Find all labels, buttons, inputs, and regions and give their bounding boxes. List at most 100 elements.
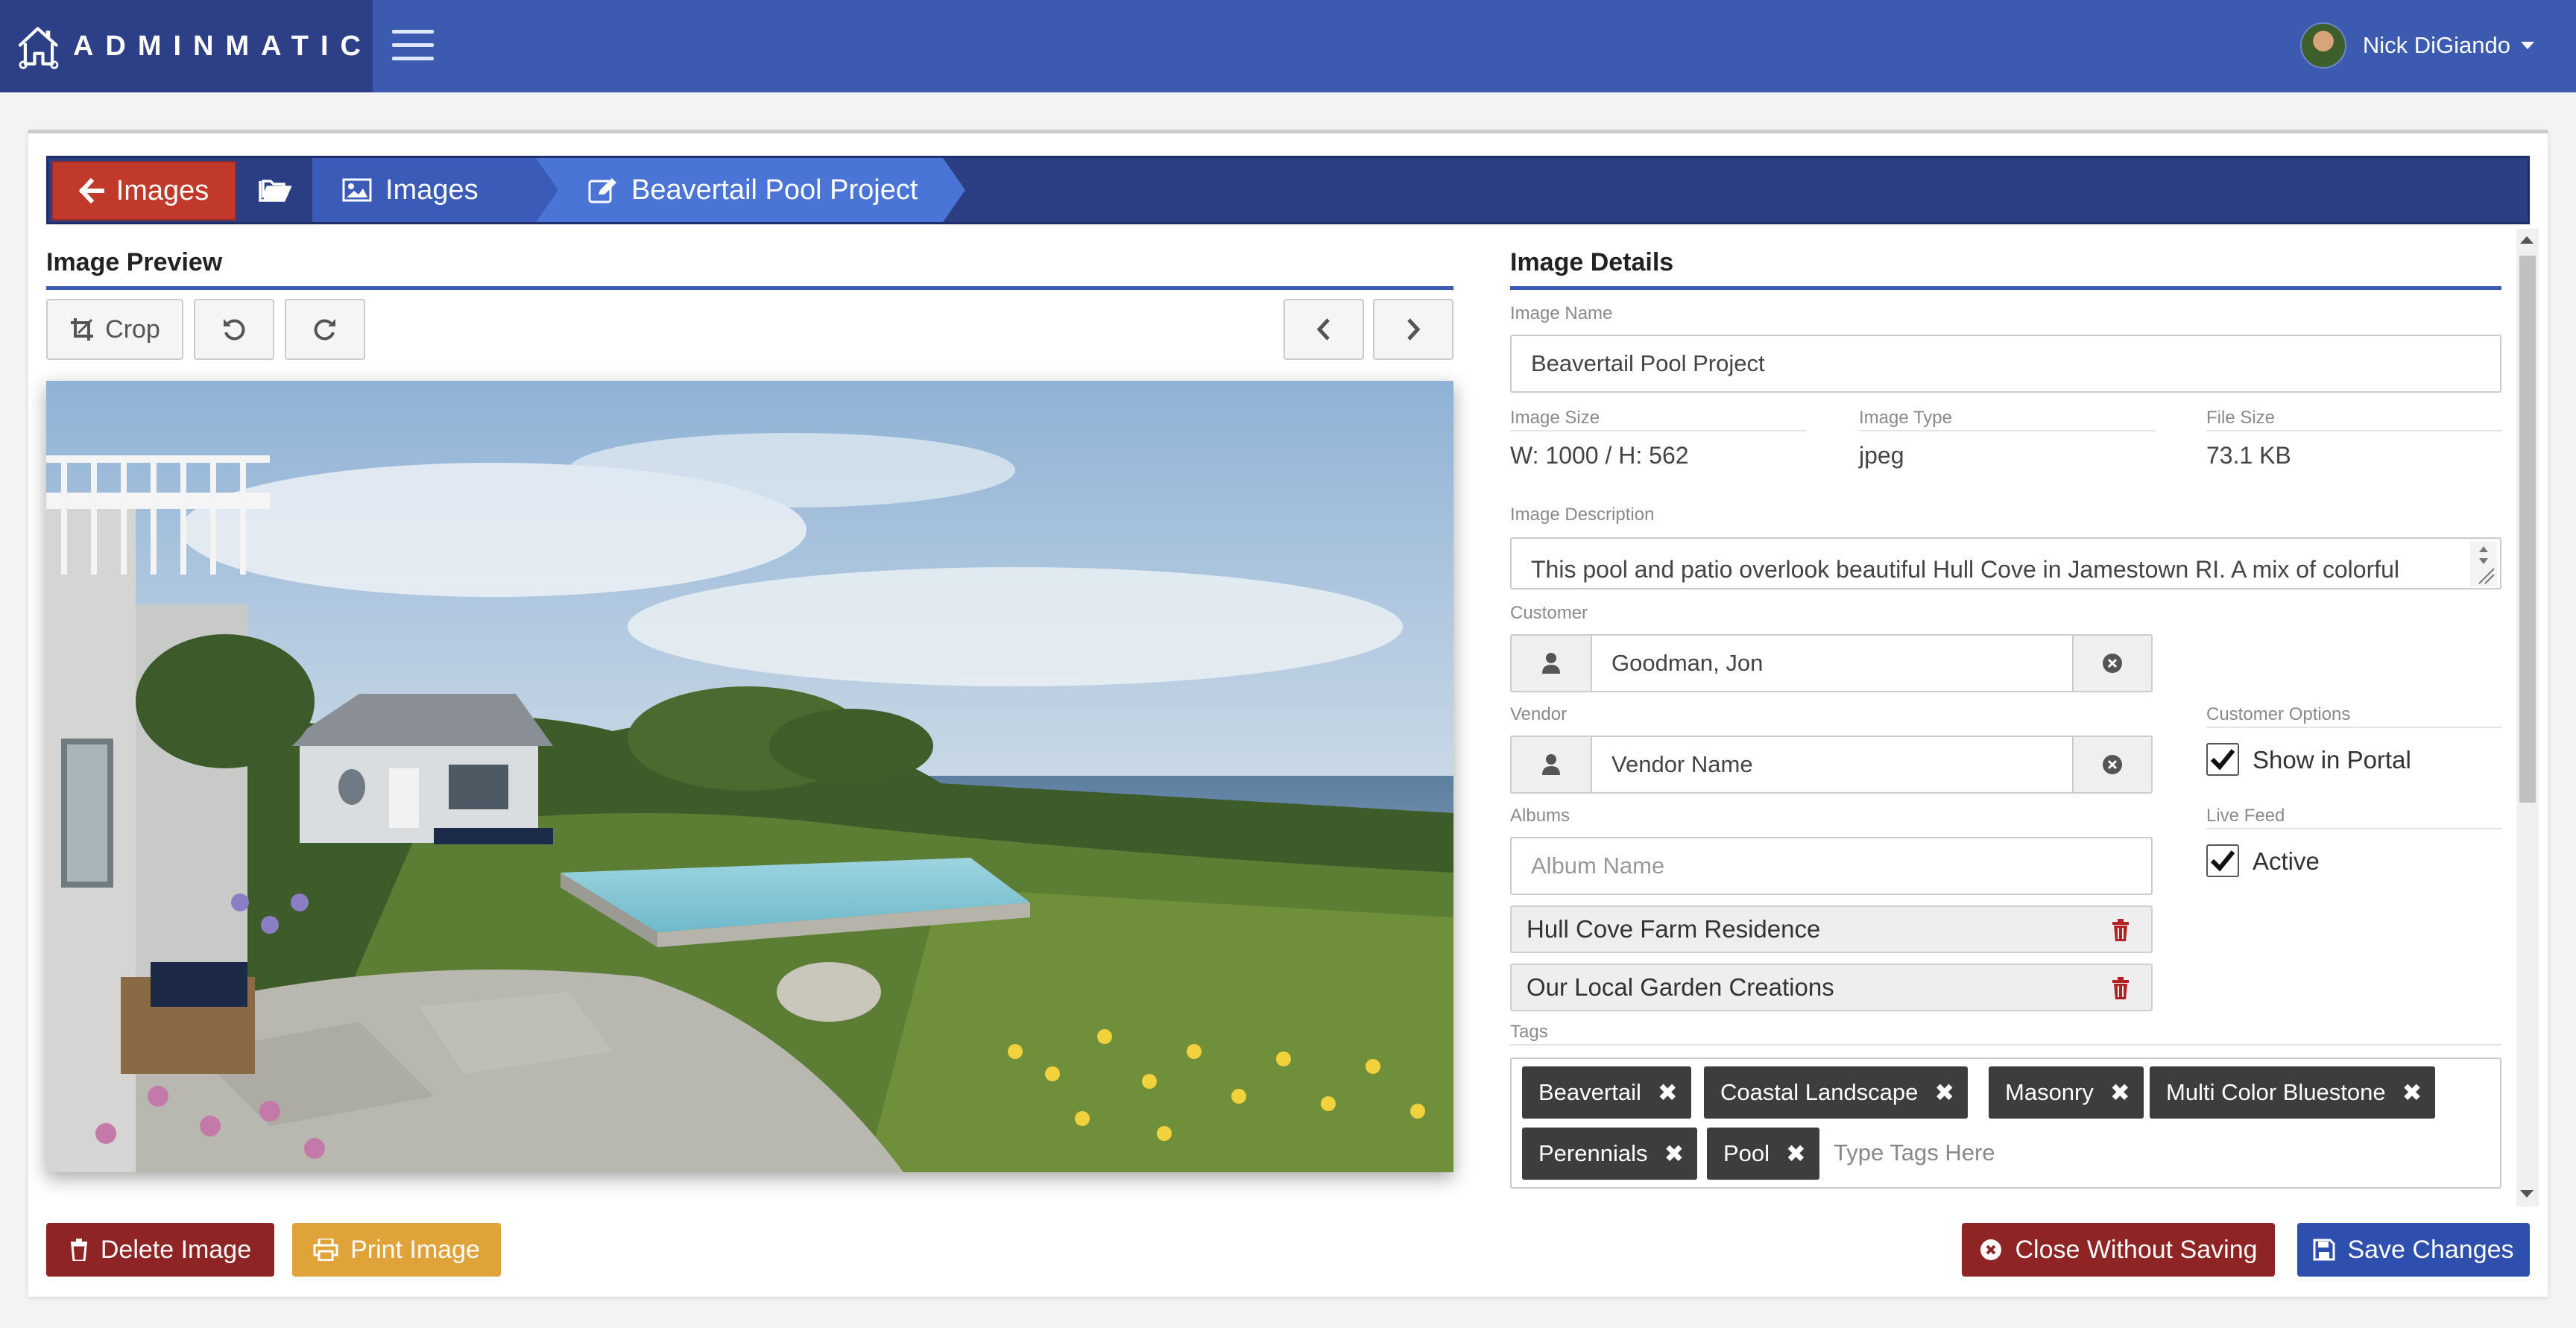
close-without-saving-label: Close Without Saving xyxy=(2015,1235,2258,1264)
image-name-input[interactable]: Beavertail Pool Project xyxy=(1510,335,2501,393)
rotate-right-button[interactable] xyxy=(285,299,365,360)
scroll-down-icon[interactable] xyxy=(2520,1190,2534,1198)
album-placeholder: Album Name xyxy=(1531,853,1665,879)
show-in-portal-label: Show in Portal xyxy=(2253,746,2411,774)
active-label: Active xyxy=(2253,847,2320,875)
save-changes-button[interactable]: Save Changes xyxy=(2297,1223,2530,1277)
trash-icon[interactable] xyxy=(2111,977,2130,999)
image-description-textarea[interactable]: This pool and patio overlook beautiful H… xyxy=(1510,537,2501,589)
print-image-button[interactable]: Print Image xyxy=(292,1223,501,1277)
remove-tag-icon[interactable]: ✖ xyxy=(1934,1078,1954,1107)
chevron-left-icon xyxy=(1316,318,1330,341)
chevron-right-icon xyxy=(1407,318,1421,341)
delete-image-label: Delete Image xyxy=(100,1235,252,1264)
file-size-value: 73.1 KB xyxy=(2206,442,2291,469)
image-type-value: jpeg xyxy=(1859,442,1904,469)
crop-label: Crop xyxy=(105,314,160,344)
remove-tag-icon[interactable]: ✖ xyxy=(1786,1139,1806,1168)
scroll-up-icon[interactable] xyxy=(2520,236,2534,244)
breadcrumb-folder[interactable] xyxy=(244,158,306,222)
tags-input[interactable]: Beavertail ✖ Coastal Landscape ✖ Masonry ✖ … xyxy=(1510,1057,2501,1189)
albums-label: Albums xyxy=(1510,806,1570,826)
back-button[interactable]: Images xyxy=(51,161,236,221)
crop-button[interactable]: Crop xyxy=(46,299,183,360)
image-description-label: Image Description xyxy=(1510,505,1655,525)
breadcrumb-separator xyxy=(536,158,558,222)
resize-handle-icon[interactable] xyxy=(2470,542,2497,586)
scrollbar-thumb[interactable] xyxy=(2519,256,2536,803)
breadcrumb-images[interactable]: Images xyxy=(312,158,536,222)
image-name-label: Image Name xyxy=(1510,303,1613,323)
image-description-value: This pool and patio overlook beautiful H… xyxy=(1531,556,2400,583)
crop-icon xyxy=(71,318,94,341)
brand-name: ADMINMATIC xyxy=(72,30,373,62)
rotate-left-button[interactable] xyxy=(194,299,274,360)
user-menu[interactable]: Nick DiGiando xyxy=(2299,22,2534,69)
house-logo-icon xyxy=(18,27,59,69)
user-name: Nick DiGiando xyxy=(2362,32,2510,58)
album-item: Hull Cove Farm Residence xyxy=(1510,905,2153,953)
image-type-label: Image Type xyxy=(1859,408,1952,428)
remove-tag-icon[interactable]: ✖ xyxy=(2402,1078,2422,1107)
tag-label: Pool xyxy=(1723,1140,1770,1166)
previous-image-button[interactable] xyxy=(1284,299,1364,360)
vendor-input[interactable]: Vendor Name xyxy=(1592,737,2072,792)
rotate-left-icon xyxy=(224,319,245,341)
image-edit-panel: Images Images Beavertail Pool Project Im… xyxy=(28,130,2548,1297)
breadcrumb-images-label: Images xyxy=(385,174,479,206)
delete-image-button[interactable]: Delete Image xyxy=(46,1223,274,1277)
close-without-saving-button[interactable]: Close Without Saving xyxy=(1962,1223,2275,1277)
top-navbar: ADMINMATIC Nick DiGiando xyxy=(0,0,2576,92)
image-preview xyxy=(46,381,1453,1172)
show-in-portal-checkbox[interactable] xyxy=(2206,743,2239,776)
tags-placeholder[interactable]: Type Tags Here xyxy=(1834,1139,1995,1166)
active-checkbox[interactable] xyxy=(2206,844,2239,877)
brand[interactable]: ADMINMATIC xyxy=(0,0,373,92)
edit-icon xyxy=(588,178,616,203)
floppy-disk-icon xyxy=(2313,1239,2335,1261)
customer-value: Goodman, Jon xyxy=(1611,650,1764,676)
remove-tag-icon[interactable]: ✖ xyxy=(1664,1139,1684,1168)
tag-chip: Pool ✖ xyxy=(1707,1128,1819,1180)
next-image-button[interactable] xyxy=(1373,299,1453,360)
customer-input[interactable]: Goodman, Jon xyxy=(1592,636,2072,691)
image-icon xyxy=(342,178,372,202)
user-icon xyxy=(1512,636,1592,691)
times-circle-icon xyxy=(2103,755,2122,774)
image-size-label: Image Size xyxy=(1510,408,1600,428)
image-preview-title: Image Preview xyxy=(46,248,1453,290)
vendor-label: Vendor xyxy=(1510,704,1568,724)
breadcrumb-current-label: Beavertail Pool Project xyxy=(631,174,918,206)
trash-icon[interactable] xyxy=(2111,919,2130,941)
album-name-input[interactable]: Album Name xyxy=(1510,837,2153,895)
breadcrumb: Images Images Beavertail Pool Project xyxy=(46,156,2530,224)
tag-label: Beavertail xyxy=(1538,1079,1641,1105)
image-details-title: Image Details xyxy=(1510,248,2501,290)
remove-tag-icon[interactable]: ✖ xyxy=(1658,1078,1678,1107)
tag-chip: Perennials ✖ xyxy=(1522,1128,1698,1180)
breadcrumb-separator xyxy=(943,158,965,222)
folder-open-icon xyxy=(259,180,291,202)
file-size-label: File Size xyxy=(2206,408,2276,428)
tag-label: Multi Color Bluestone xyxy=(2166,1079,2386,1105)
back-label: Images xyxy=(116,174,209,206)
tag-label: Coastal Landscape xyxy=(1720,1079,1919,1105)
user-icon xyxy=(1512,737,1592,792)
trash-icon xyxy=(70,1239,87,1261)
tags-label: Tags xyxy=(1510,1022,1548,1042)
clear-customer-button[interactable] xyxy=(2072,636,2151,691)
clear-vendor-button[interactable] xyxy=(2072,737,2151,792)
times-circle-icon xyxy=(2103,654,2122,673)
check-icon xyxy=(2210,749,2235,771)
print-image-label: Print Image xyxy=(350,1235,480,1264)
image-name-value: Beavertail Pool Project xyxy=(1531,350,1765,376)
save-changes-label: Save Changes xyxy=(2347,1235,2514,1264)
breadcrumb-current: Beavertail Pool Project xyxy=(536,158,943,222)
album-item-label: Hull Cove Farm Residence xyxy=(1527,915,1821,943)
hamburger-icon[interactable] xyxy=(392,30,434,63)
image-size-value: W: 1000 / H: 562 xyxy=(1510,442,1689,469)
customer-options-label: Customer Options xyxy=(2206,704,2351,724)
remove-tag-icon[interactable]: ✖ xyxy=(2110,1078,2130,1107)
arrow-left-icon xyxy=(78,178,104,203)
album-item: Our Local Garden Creations xyxy=(1510,964,2153,1011)
